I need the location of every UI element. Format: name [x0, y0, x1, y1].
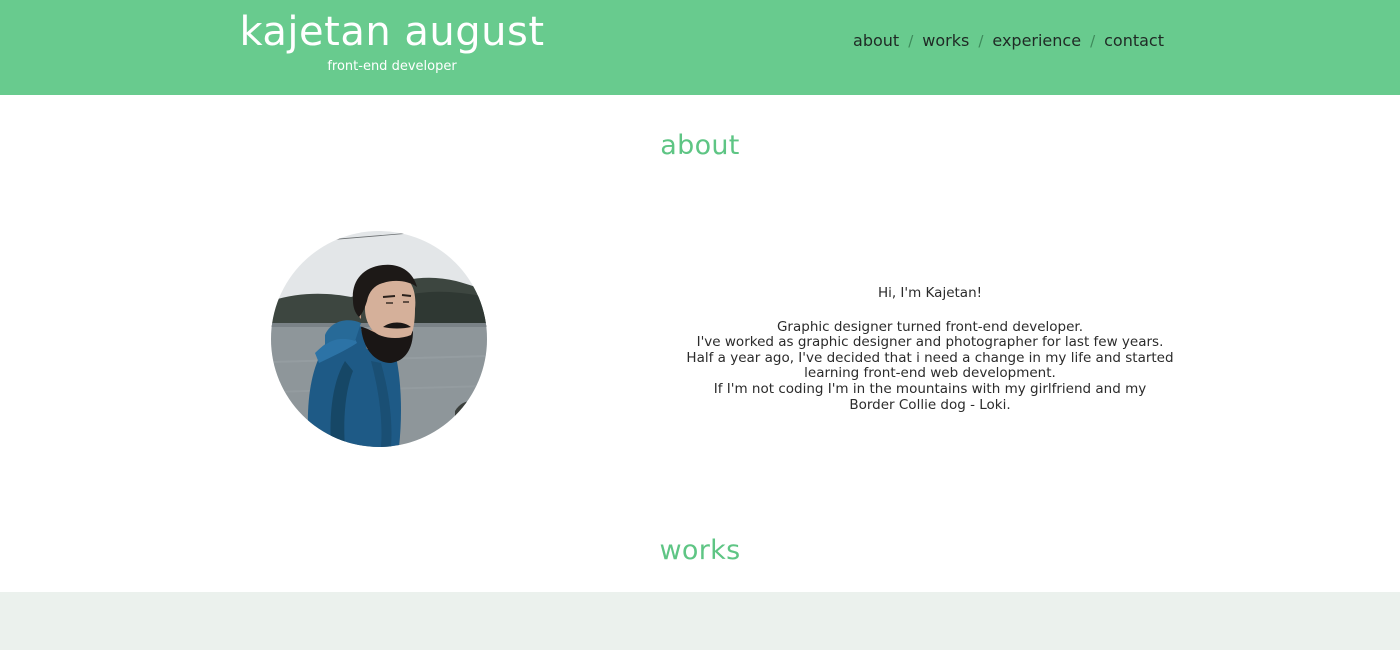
main-nav: about / works / experience / contact	[853, 31, 1164, 50]
bio-line: Border Collie dog - Loki.	[849, 396, 1011, 413]
profile-photo	[271, 231, 487, 447]
bio-line: learning front-end web development.	[804, 365, 1056, 382]
bio-greeting: Hi, I'm Kajetan!	[877, 285, 983, 301]
nav-separator: /	[978, 31, 984, 50]
works-section-background	[0, 592, 1400, 650]
nav-separator: /	[908, 31, 914, 50]
bio-line: Graphic designer turned front-end develo…	[776, 318, 1084, 335]
works-section-title: works	[659, 535, 741, 566]
brand-name[interactable]: kajetan august	[236, 6, 548, 58]
nav-link-works[interactable]: works	[922, 31, 969, 50]
bio-line: I've worked as graphic designer and phot…	[696, 334, 1164, 351]
bio-line: If I'm not coding I'm in the mountains w…	[713, 380, 1147, 397]
about-bio: Hi, I'm Kajetan! Graphic designer turned…	[640, 285, 1220, 413]
nav-link-experience[interactable]: experience	[992, 31, 1081, 50]
brand[interactable]: kajetan august front-end developer	[236, 6, 548, 75]
profile-photo-illustration	[271, 231, 487, 447]
nav-link-about[interactable]: about	[853, 31, 899, 50]
nav-link-contact[interactable]: contact	[1104, 31, 1164, 50]
brand-subtitle: front-end developer	[327, 59, 457, 74]
nav-separator: /	[1090, 31, 1096, 50]
site-header: kajetan august front-end developer about…	[0, 0, 1400, 95]
bio-line: Half a year ago, I've decided that i nee…	[686, 349, 1174, 366]
about-section-title: about	[660, 130, 740, 161]
